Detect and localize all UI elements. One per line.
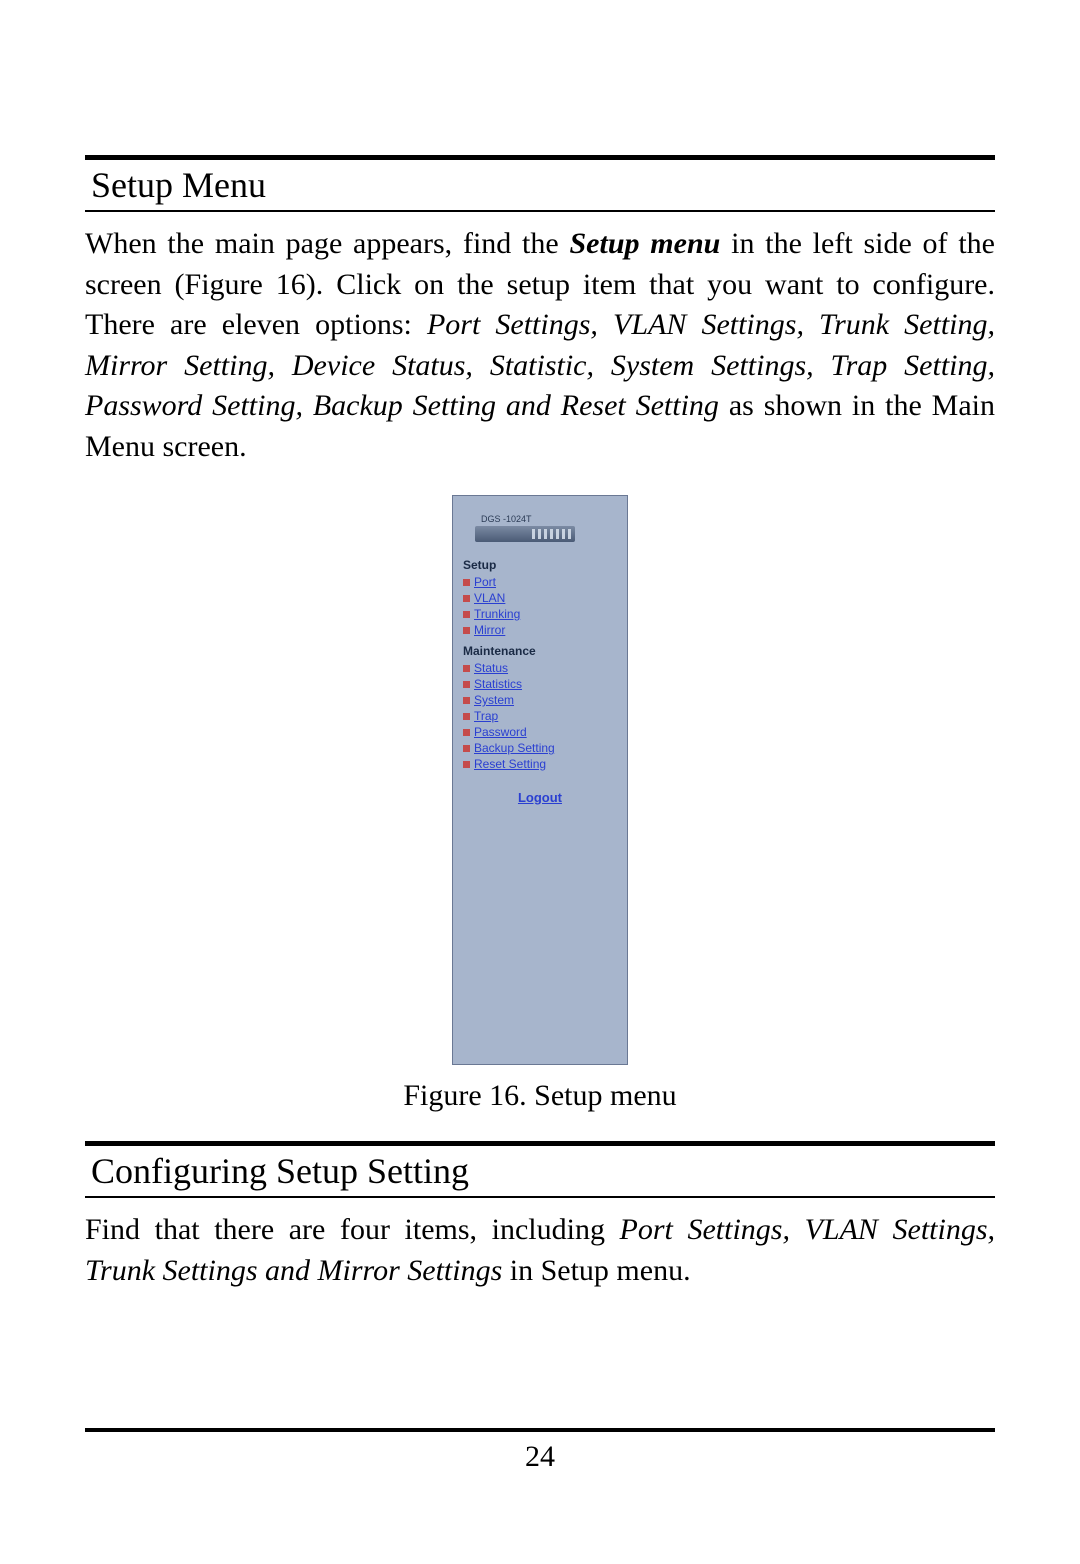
device-model-label: DGS -1024T (453, 496, 627, 526)
page-content: Setup Menu When the main page appears, f… (85, 155, 995, 1291)
sidebar-item-backup-setting[interactable]: Backup Setting (453, 740, 627, 756)
sidebar-item-trap[interactable]: Trap (453, 708, 627, 724)
sidebar-item-label: Mirror (474, 623, 505, 637)
section-configuring-setup: Configuring Setup Setting Find that ther… (85, 1141, 995, 1291)
bullet-icon (463, 611, 470, 618)
sidebar-item-label: Status (474, 661, 508, 675)
sidebar-item-trunking[interactable]: Trunking (453, 606, 627, 622)
text-fragment: Find that there are four items, includin… (85, 1213, 620, 1246)
bullet-icon (463, 595, 470, 602)
sidebar-item-reset-setting[interactable]: Reset Setting (453, 756, 627, 772)
bullet-icon (463, 665, 470, 672)
bullet-icon (463, 681, 470, 688)
sidebar-item-label: Backup Setting (474, 741, 555, 755)
page-number: 24 (85, 1432, 995, 1474)
bullet-icon (463, 745, 470, 752)
sidebar-item-system[interactable]: System (453, 692, 627, 708)
bullet-icon (463, 761, 470, 768)
bullet-icon (463, 713, 470, 720)
device-image (475, 526, 575, 542)
paragraph-setup-menu: When the main page appears, find the Set… (85, 224, 995, 467)
sidebar-item-label: Trunking (474, 607, 520, 621)
sidebar-item-password[interactable]: Password (453, 724, 627, 740)
paragraph-configuring: Find that there are four items, includin… (85, 1210, 995, 1291)
section-heading-setup-menu: Setup Menu (85, 160, 995, 210)
sidebar-item-label: Reset Setting (474, 757, 546, 771)
text-setup-menu-emphasis: Setup menu (570, 227, 721, 260)
bullet-icon (463, 697, 470, 704)
sidebar-item-mirror[interactable]: Mirror (453, 622, 627, 638)
bullet-icon (463, 579, 470, 586)
sidebar-item-label: Port (474, 575, 496, 589)
sidebar-item-label: Trap (474, 709, 498, 723)
bullet-icon (463, 729, 470, 736)
sidebar-item-label: Password (474, 725, 527, 739)
sidebar-section-setup: Setup (453, 552, 627, 574)
figure-caption: Figure 16. Setup menu (85, 1079, 995, 1113)
rule-under-heading-2 (85, 1196, 995, 1198)
sidebar-section-maintenance: Maintenance (453, 638, 627, 660)
section-heading-configuring: Configuring Setup Setting (85, 1146, 995, 1196)
text-fragment: When the main page appears, find the (85, 227, 570, 260)
figure-setup-menu: DGS -1024T Setup Port VLAN Trunking Mirr… (85, 495, 995, 1113)
logout-link[interactable]: Logout (453, 772, 627, 805)
rule-under-heading-1 (85, 210, 995, 212)
sidebar-item-label: Statistics (474, 677, 522, 691)
sidebar-item-port[interactable]: Port (453, 574, 627, 590)
bullet-icon (463, 627, 470, 634)
sidebar-item-label: VLAN (474, 591, 505, 605)
screenshot-setup-menu-sidebar: DGS -1024T Setup Port VLAN Trunking Mirr… (452, 495, 628, 1065)
page-footer: 24 (85, 1428, 995, 1474)
text-fragment: in Setup menu. (502, 1254, 690, 1287)
sidebar-item-statistics[interactable]: Statistics (453, 676, 627, 692)
sidebar-item-status[interactable]: Status (453, 660, 627, 676)
sidebar-item-label: System (474, 693, 514, 707)
sidebar-item-vlan[interactable]: VLAN (453, 590, 627, 606)
